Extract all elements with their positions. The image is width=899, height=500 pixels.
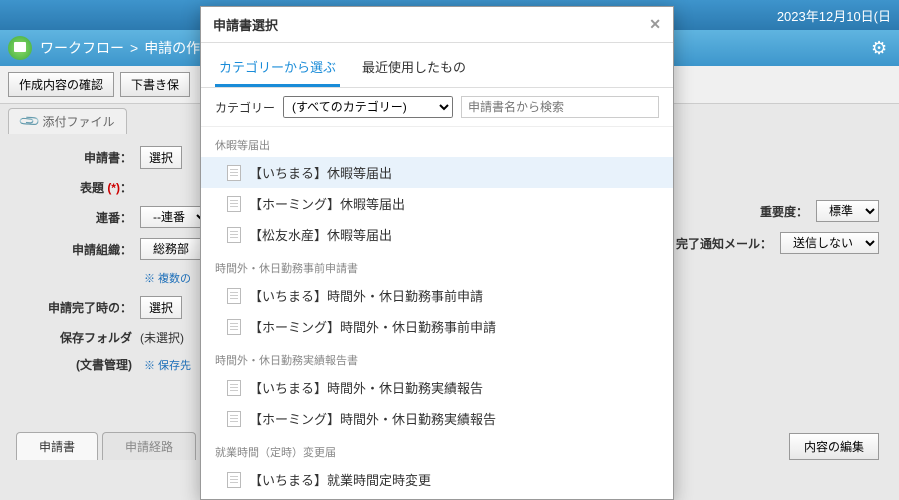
application-item-label: 【ホーミング】時間外・休日勤務事前申請 bbox=[249, 317, 496, 336]
tab-application-form[interactable]: 申請書 bbox=[16, 432, 98, 460]
category-group: 就業時間（定時）変更届【いちまる】就業時間定時変更【ホーミング】就業時間定時変更 bbox=[201, 438, 673, 499]
workflow-app-icon bbox=[8, 36, 32, 60]
document-icon bbox=[227, 411, 241, 427]
date-text: 2023年12月10日(日 bbox=[777, 6, 891, 25]
category-filter-select[interactable]: (すべてのカテゴリー) bbox=[283, 96, 453, 118]
edit-content-button[interactable]: 内容の編集 bbox=[789, 433, 879, 460]
select-application-button[interactable]: 選択 bbox=[140, 146, 182, 169]
title-label: 表題 (*)： bbox=[20, 179, 140, 196]
application-item[interactable]: 【いちまる】休暇等届出 bbox=[201, 157, 673, 188]
application-item[interactable]: 【松友水産】休暇等届出 bbox=[201, 219, 673, 250]
application-form-label: 申請書： bbox=[20, 149, 140, 166]
breadcrumb-page: 申請の作 bbox=[144, 38, 200, 58]
category-heading: 就業時間（定時）変更届 bbox=[201, 438, 673, 464]
application-item-label: 【松友水産】休暇等届出 bbox=[249, 225, 392, 244]
paperclip-icon: 📎 bbox=[18, 109, 42, 133]
save-folder-label: 保存フォルダ bbox=[20, 329, 140, 346]
application-item[interactable]: 【ホーミング】休暇等届出 bbox=[201, 188, 673, 219]
document-icon bbox=[227, 196, 241, 212]
document-icon bbox=[227, 165, 241, 181]
attach-label: 添付ファイル bbox=[42, 113, 114, 130]
modal-filter-bar: カテゴリー (すべてのカテゴリー) bbox=[201, 88, 673, 127]
application-item-label: 【ホーミング】時間外・休日勤務実績報告 bbox=[249, 409, 496, 428]
document-icon bbox=[227, 319, 241, 335]
application-item-label: 【いちまる】時間外・休日勤務事前申請 bbox=[249, 286, 483, 305]
category-heading: 時間外・休日勤務実績報告書 bbox=[201, 346, 673, 372]
breadcrumb-app[interactable]: ワークフロー bbox=[40, 38, 124, 58]
application-item-label: 【いちまる】時間外・休日勤務実績報告 bbox=[249, 378, 483, 397]
confirm-button[interactable]: 作成内容の確認 bbox=[8, 72, 114, 97]
complete-label: 申請完了時の： bbox=[20, 299, 140, 316]
category-group: 休暇等届出【いちまる】休暇等届出【ホーミング】休暇等届出【松友水産】休暇等届出 bbox=[201, 131, 673, 254]
org-note: ※ 複数の bbox=[144, 270, 191, 286]
right-form: 重要度： 標準 完了通知メール： 送信しない bbox=[670, 200, 879, 264]
document-icon bbox=[227, 288, 241, 304]
application-item[interactable]: 【ホーミング】就業時間定時変更 bbox=[201, 495, 673, 499]
filter-label: カテゴリー bbox=[215, 99, 275, 116]
required-marker: (*) bbox=[107, 181, 120, 195]
application-item[interactable]: 【ホーミング】時間外・休日勤務事前申請 bbox=[201, 311, 673, 342]
document-icon bbox=[227, 472, 241, 488]
modal-header: 申請書選択 ✕ bbox=[201, 7, 673, 43]
doc-mgmt-note: ※ 保存先 bbox=[144, 357, 191, 373]
save-folder-value: (未選択) bbox=[140, 329, 184, 346]
complete-select-button[interactable]: 選択 bbox=[140, 296, 182, 319]
application-item[interactable]: 【いちまる】時間外・休日勤務事前申請 bbox=[201, 280, 673, 311]
close-icon[interactable]: ✕ bbox=[649, 16, 661, 33]
attach-file-tab[interactable]: 📎 添付ファイル bbox=[8, 108, 127, 134]
priority-label: 重要度： bbox=[706, 203, 816, 220]
modal-tab-category[interactable]: カテゴリーから選ぶ bbox=[215, 51, 340, 87]
tab-route[interactable]: 申請経路 bbox=[102, 432, 196, 460]
select-application-modal: 申請書選択 ✕ カテゴリーから選ぶ 最近使用したもの カテゴリー (すべてのカテ… bbox=[200, 6, 674, 500]
settings-gear-icon[interactable]: ⚙ bbox=[871, 38, 891, 58]
application-item-label: 【ホーミング】休暇等届出 bbox=[249, 194, 405, 213]
application-item[interactable]: 【いちまる】就業時間定時変更 bbox=[201, 464, 673, 495]
category-heading: 時間外・休日勤務事前申請書 bbox=[201, 254, 673, 280]
application-item[interactable]: 【ホーミング】時間外・休日勤務実績報告 bbox=[201, 403, 673, 434]
breadcrumb-sep: > bbox=[130, 40, 138, 56]
application-item-label: 【いちまる】休暇等届出 bbox=[249, 163, 392, 182]
modal-body[interactable]: 休暇等届出【いちまる】休暇等届出【ホーミング】休暇等届出【松友水産】休暇等届出時… bbox=[201, 127, 673, 499]
search-input[interactable] bbox=[461, 96, 659, 118]
lower-tabs: 申請書 申請経路 bbox=[16, 432, 196, 460]
doc-mgmt-label: (文書管理) bbox=[20, 356, 140, 373]
modal-tabs: カテゴリーから選ぶ 最近使用したもの bbox=[201, 43, 673, 88]
category-heading: 休暇等届出 bbox=[201, 131, 673, 157]
document-icon bbox=[227, 380, 241, 396]
application-item[interactable]: 【いちまる】時間外・休日勤務実績報告 bbox=[201, 372, 673, 403]
org-label: 申請組織： bbox=[20, 241, 140, 258]
save-draft-button[interactable]: 下書き保 bbox=[120, 72, 190, 97]
priority-select[interactable]: 標準 bbox=[816, 200, 879, 222]
category-group: 時間外・休日勤務事前申請書【いちまる】時間外・休日勤務事前申請【ホーミング】時間… bbox=[201, 254, 673, 346]
notify-label: 完了通知メール： bbox=[670, 235, 780, 252]
category-group: 時間外・休日勤務実績報告書【いちまる】時間外・休日勤務実績報告【ホーミング】時間… bbox=[201, 346, 673, 438]
serial-label: 連番： bbox=[20, 209, 140, 226]
notify-select[interactable]: 送信しない bbox=[780, 232, 879, 254]
modal-tab-recent[interactable]: 最近使用したもの bbox=[358, 51, 470, 87]
document-icon bbox=[227, 227, 241, 243]
application-item-label: 【いちまる】就業時間定時変更 bbox=[249, 470, 431, 489]
modal-title: 申請書選択 bbox=[213, 15, 278, 34]
